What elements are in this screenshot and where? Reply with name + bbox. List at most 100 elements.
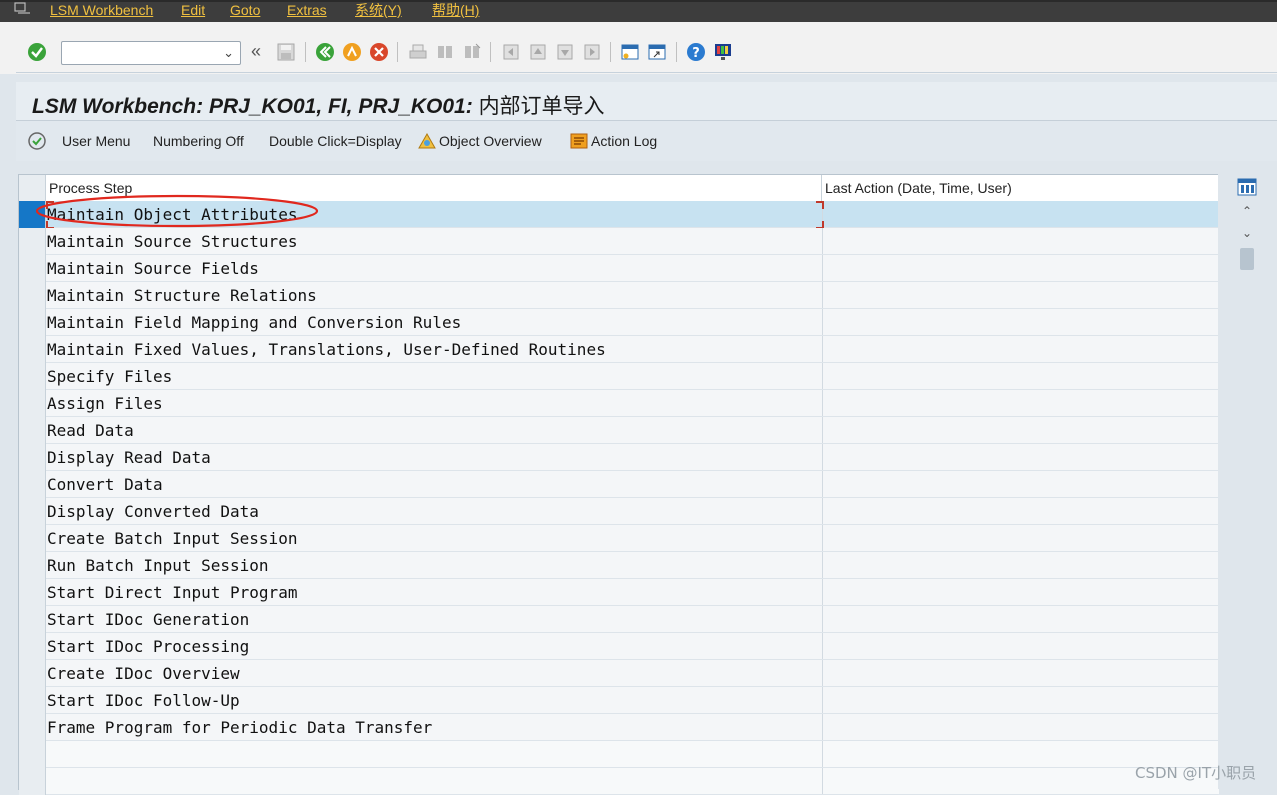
numbering-off-button[interactable]: Numbering Off: [153, 132, 244, 150]
menu-goto[interactable]: Goto: [230, 1, 260, 19]
scroll-down-icon[interactable]: ⌄: [1238, 224, 1256, 242]
exit-icon[interactable]: [342, 42, 362, 62]
process-step-cell[interactable]: Display Converted Data: [46, 498, 822, 524]
object-overview-icon[interactable]: [416, 130, 438, 152]
process-step-cell[interactable]: Maintain Structure Relations: [46, 282, 822, 308]
chevron-down-icon[interactable]: ⌄: [223, 45, 234, 61]
process-step-cell[interactable]: Start IDoc Follow-Up: [46, 687, 822, 713]
table-row[interactable]: Run Batch Input Session: [19, 552, 1219, 579]
next-page-icon[interactable]: [555, 42, 575, 62]
object-overview-button[interactable]: Object Overview: [439, 132, 542, 150]
row-selector[interactable]: [19, 525, 46, 552]
row-selector[interactable]: [19, 417, 46, 444]
row-selector[interactable]: [19, 660, 46, 687]
scroll-up-icon[interactable]: ⌃: [1238, 202, 1256, 220]
first-page-icon[interactable]: [501, 42, 521, 62]
row-selector[interactable]: [19, 552, 46, 579]
process-step-cell[interactable]: Maintain Field Mapping and Conversion Ru…: [46, 309, 822, 335]
process-step-cell[interactable]: Create Batch Input Session: [46, 525, 822, 551]
layout-settings-icon[interactable]: [1237, 178, 1257, 196]
scroll-thumb[interactable]: [1240, 248, 1254, 270]
process-step-cell[interactable]: Display Read Data: [46, 444, 822, 470]
menu-help[interactable]: 帮助(H): [432, 1, 479, 19]
process-step-cell[interactable]: Assign Files: [46, 390, 822, 416]
help-icon[interactable]: ?: [686, 42, 706, 62]
table-row[interactable]: Display Converted Data: [19, 498, 1219, 525]
process-step-cell[interactable]: Run Batch Input Session: [46, 552, 822, 578]
table-row[interactable]: Create Batch Input Session: [19, 525, 1219, 552]
menu-edit[interactable]: Edit: [181, 1, 205, 19]
process-step-cell[interactable]: Start IDoc Processing: [46, 633, 822, 659]
table-row[interactable]: Maintain Field Mapping and Conversion Ru…: [19, 309, 1219, 336]
table-row[interactable]: Create IDoc Overview: [19, 660, 1219, 687]
table-row[interactable]: Maintain Source Fields: [19, 255, 1219, 282]
prev-page-icon[interactable]: [528, 42, 548, 62]
action-log-icon[interactable]: [568, 130, 590, 152]
user-menu-button[interactable]: User Menu: [62, 132, 130, 150]
table-row[interactable]: Maintain Structure Relations: [19, 282, 1219, 309]
menu-lsm-workbench[interactable]: LSM Workbench: [50, 1, 153, 19]
table-row[interactable]: Convert Data: [19, 471, 1219, 498]
new-session-icon[interactable]: [620, 42, 640, 62]
row-selector[interactable]: [19, 444, 46, 471]
process-step-cell[interactable]: [46, 768, 822, 794]
row-selector[interactable]: [19, 228, 46, 255]
table-row[interactable]: Maintain Source Structures: [19, 228, 1219, 255]
row-selector[interactable]: [19, 363, 46, 390]
row-selector[interactable]: [19, 471, 46, 498]
process-step-cell[interactable]: Maintain Source Fields: [46, 255, 822, 281]
command-field[interactable]: ⌄: [61, 41, 241, 65]
menu-extras[interactable]: Extras: [287, 1, 327, 19]
table-row[interactable]: Assign Files: [19, 390, 1219, 417]
column-header-last-action[interactable]: Last Action (Date, Time, User): [825, 180, 1012, 196]
row-selector[interactable]: [19, 633, 46, 660]
process-step-cell[interactable]: Start IDoc Generation: [46, 606, 822, 632]
process-step-cell[interactable]: Frame Program for Periodic Data Transfer: [46, 714, 822, 740]
row-selector[interactable]: [19, 390, 46, 417]
row-selector[interactable]: [19, 687, 46, 714]
row-selector[interactable]: [19, 768, 46, 795]
process-step-cell[interactable]: Maintain Fixed Values, Translations, Use…: [46, 336, 822, 362]
save-icon[interactable]: [276, 42, 296, 62]
table-row[interactable]: [19, 768, 1219, 795]
process-step-cell[interactable]: Start Direct Input Program: [46, 579, 822, 605]
user-menu-icon[interactable]: [26, 130, 48, 152]
collapse-command-field-icon[interactable]: «: [251, 41, 261, 61]
row-selector[interactable]: [19, 498, 46, 525]
process-step-cell[interactable]: Convert Data: [46, 471, 822, 497]
find-next-icon[interactable]: [462, 42, 482, 62]
enter-icon[interactable]: [27, 42, 47, 62]
process-step-cell[interactable]: Specify Files: [46, 363, 822, 389]
find-icon[interactable]: [435, 42, 455, 62]
last-page-icon[interactable]: [582, 42, 602, 62]
row-selector[interactable]: [19, 309, 46, 336]
table-row[interactable]: Maintain Fixed Values, Translations, Use…: [19, 336, 1219, 363]
window-menu-icon[interactable]: [14, 2, 32, 16]
table-row[interactable]: Start IDoc Generation: [19, 606, 1219, 633]
table-row[interactable]: Start IDoc Follow-Up: [19, 687, 1219, 714]
row-selector[interactable]: [19, 741, 46, 768]
process-step-cell[interactable]: Create IDoc Overview: [46, 660, 822, 686]
customize-layout-icon[interactable]: [713, 42, 733, 62]
cancel-icon[interactable]: [369, 42, 389, 62]
row-selector[interactable]: [19, 714, 46, 741]
table-row[interactable]: Read Data: [19, 417, 1219, 444]
menu-system[interactable]: 系统(Y): [355, 1, 402, 19]
shortcut-icon[interactable]: [647, 42, 667, 62]
table-row[interactable]: Specify Files: [19, 363, 1219, 390]
table-row[interactable]: Start Direct Input Program: [19, 579, 1219, 606]
double-click-display-button[interactable]: Double Click=Display: [269, 132, 402, 150]
process-step-cell[interactable]: [46, 741, 822, 767]
table-row[interactable]: Frame Program for Periodic Data Transfer: [19, 714, 1219, 741]
table-row[interactable]: Display Read Data: [19, 444, 1219, 471]
row-selector[interactable]: [19, 606, 46, 633]
vertical-scrollbar[interactable]: ⌃ ⌄: [1218, 174, 1277, 789]
row-selector[interactable]: [19, 579, 46, 606]
action-log-button[interactable]: Action Log: [591, 132, 657, 150]
table-row[interactable]: Start IDoc Processing: [19, 633, 1219, 660]
row-selector[interactable]: [19, 255, 46, 282]
print-icon[interactable]: [408, 42, 428, 62]
row-selector[interactable]: [19, 336, 46, 363]
table-row[interactable]: [19, 741, 1219, 768]
process-step-cell[interactable]: Read Data: [46, 417, 822, 443]
